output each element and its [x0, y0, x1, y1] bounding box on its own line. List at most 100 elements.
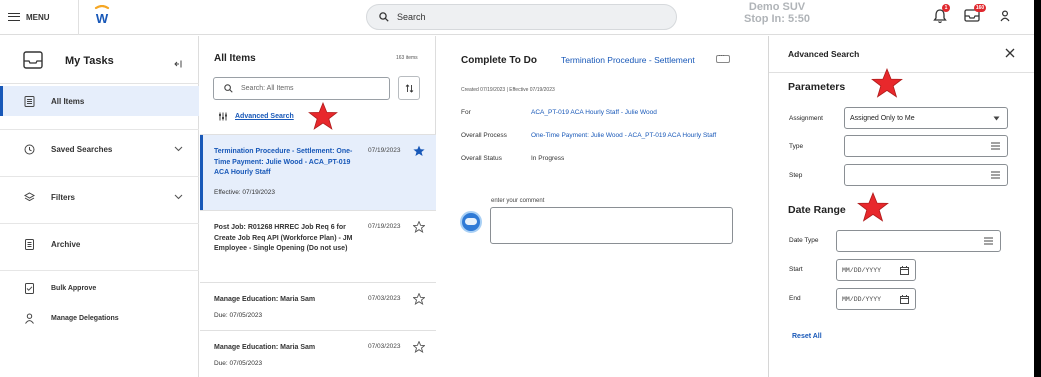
panel-title: Advanced Search: [788, 49, 860, 59]
items-search-input[interactable]: Search: All Items: [213, 77, 390, 100]
favorite-star-icon[interactable]: [413, 293, 425, 305]
person-icon: [25, 313, 34, 324]
sidebar-item-label: Saved Searches: [51, 144, 113, 154]
assignment-value: Assigned Only to Me: [850, 114, 915, 122]
type-prompt[interactable]: [844, 135, 1008, 157]
task-date: 07/03/2023: [368, 295, 401, 302]
sidebar-item-archive[interactable]: Archive: [0, 229, 199, 259]
search-icon: [224, 84, 233, 93]
advanced-search-panel: Advanced Search Parameters Assignment As…: [768, 36, 1035, 377]
task-row[interactable]: Termination Procedure - Settlement: One-…: [200, 134, 436, 210]
favorite-star-filled-icon[interactable]: [413, 145, 425, 157]
task-title: Termination Procedure - Settlement: One-…: [214, 148, 353, 176]
history-icon: [24, 144, 35, 154]
task-date: 07/03/2023: [368, 343, 401, 350]
demo-timer: Stop In: 5:50: [744, 13, 811, 25]
related-actions-button[interactable]: [716, 51, 730, 63]
sidebar-title: My Tasks: [65, 55, 114, 67]
sidebar-item-filters[interactable]: Filters: [0, 182, 199, 212]
task-date: 07/19/2023: [368, 147, 401, 154]
sidebar-item-label: All Items: [51, 96, 85, 106]
end-date-placeholder: MM/DD/YYYY: [842, 295, 882, 303]
filter-sliders-icon: [219, 112, 227, 121]
collapse-sidebar-icon[interactable]: [174, 60, 182, 68]
favorite-star-icon[interactable]: [413, 341, 425, 353]
advanced-search-link[interactable]: Advanced Search: [218, 112, 294, 121]
field-value-for[interactable]: ACA_PT-019 ACA Hourly Staff - Julie Wood: [531, 109, 657, 116]
menu-label: MENU: [26, 12, 50, 22]
comment-textarea[interactable]: [490, 207, 733, 244]
prompt-list-icon[interactable]: [984, 237, 993, 245]
task-detail-panel: Complete To Do Termination Procedure - S…: [437, 36, 767, 377]
items-list-panel: All Items 163 items Search: All Items Ad…: [200, 36, 436, 377]
chevron-down-icon[interactable]: [174, 146, 183, 152]
divider: [0, 223, 199, 224]
created-effective-dates: Created 07/19/2023 | Effective 07/19/202…: [461, 87, 555, 93]
inbox-badge: 160: [974, 4, 986, 12]
top-bar: MENU W Search Demo SUV Stop In: 5:50 1 1…: [0, 0, 1041, 35]
field-label-overall-process: Overall Process: [461, 132, 507, 139]
step-label: Step: [789, 172, 803, 179]
layers-icon: [24, 191, 35, 201]
assignment-select[interactable]: Assigned Only to Me: [844, 107, 1008, 129]
step-prompt[interactable]: [844, 164, 1008, 186]
sidebar-item-all-items[interactable]: All Items: [0, 86, 199, 116]
search-icon: [379, 12, 389, 22]
workday-logo-icon[interactable]: W: [93, 5, 111, 27]
sidebar-item-label: Bulk Approve: [51, 284, 97, 292]
close-icon[interactable]: [1005, 48, 1015, 58]
reset-all-link[interactable]: Reset All: [792, 333, 822, 340]
divider: [0, 129, 199, 130]
task-title: Manage Education: Maria Sam: [214, 296, 316, 303]
annotation-star-icon: [308, 102, 338, 130]
start-date-input[interactable]: MM/DD/YYYY: [836, 259, 916, 281]
end-label: End: [789, 295, 801, 302]
date-range-heading: Date Range: [788, 204, 846, 216]
calendar-icon[interactable]: [900, 295, 909, 304]
task-title: Post Job: R01268 HRREC Job Req 6 for Cre…: [214, 224, 353, 252]
divider: [0, 176, 199, 177]
item-count: 163 items: [396, 55, 418, 61]
task-row[interactable]: Manage Education: Maria Sam 07/03/2023 D…: [200, 330, 436, 377]
global-search-input[interactable]: Search: [366, 4, 677, 30]
logo-letter: W: [96, 11, 109, 26]
type-label: Type: [789, 143, 804, 150]
sidebar-item-manage-delegations[interactable]: Manage Delegations: [0, 307, 199, 329]
sidebar-item-bulk-approve[interactable]: Bulk Approve: [0, 277, 199, 299]
prompt-list-icon[interactable]: [991, 142, 1000, 150]
task-row[interactable]: Post Job: R01268 HRREC Job Req 6 for Cre…: [200, 210, 436, 282]
date-type-label: Date Type: [789, 237, 819, 244]
sidebar-item-label: Manage Delegations: [51, 314, 119, 322]
hamburger-icon: [8, 13, 20, 21]
task-row[interactable]: Manage Education: Maria Sam 07/03/2023 D…: [200, 282, 436, 330]
divider: [0, 270, 199, 271]
workday-app: MENU W Search Demo SUV Stop In: 5:50 1 1…: [0, 0, 1041, 377]
sort-icon: [405, 84, 414, 93]
favorite-star-icon[interactable]: [413, 221, 425, 233]
field-value-overall-process[interactable]: One-Time Payment: Julie Wood - ACA_PT-01…: [531, 132, 716, 139]
prompt-list-icon[interactable]: [991, 171, 1000, 179]
sidebar-item-saved-searches[interactable]: Saved Searches: [0, 134, 199, 164]
task-effective-date: Effective: 07/19/2023: [214, 189, 275, 196]
search-placeholder: Search: All Items: [241, 85, 294, 92]
menu-button[interactable]: MENU: [8, 8, 50, 26]
assignment-label: Assignment: [789, 115, 823, 122]
sort-button[interactable]: [398, 76, 420, 100]
chevron-down-icon[interactable]: [174, 194, 183, 200]
archive-icon: [25, 238, 34, 250]
annotation-star-icon: [871, 68, 903, 98]
checklist-icon: [25, 282, 34, 294]
inbox-tray-icon: [23, 51, 43, 69]
task-due-date: Due: 07/05/2023: [214, 312, 263, 319]
active-indicator: [0, 86, 3, 116]
list-title: All Items: [214, 53, 256, 64]
advanced-search-label: Advanced Search: [235, 113, 294, 120]
profile-icon[interactable]: [1000, 10, 1010, 22]
date-type-prompt[interactable]: [836, 230, 1001, 252]
process-link[interactable]: Termination Procedure - Settlement: [561, 55, 695, 65]
calendar-icon[interactable]: [900, 266, 909, 275]
detail-heading: Complete To Do: [461, 55, 537, 66]
demo-session-info: Demo SUV Stop In: 5:50: [744, 1, 810, 25]
sidebar-header: My Tasks: [0, 36, 199, 84]
end-date-input[interactable]: MM/DD/YYYY: [836, 288, 916, 310]
